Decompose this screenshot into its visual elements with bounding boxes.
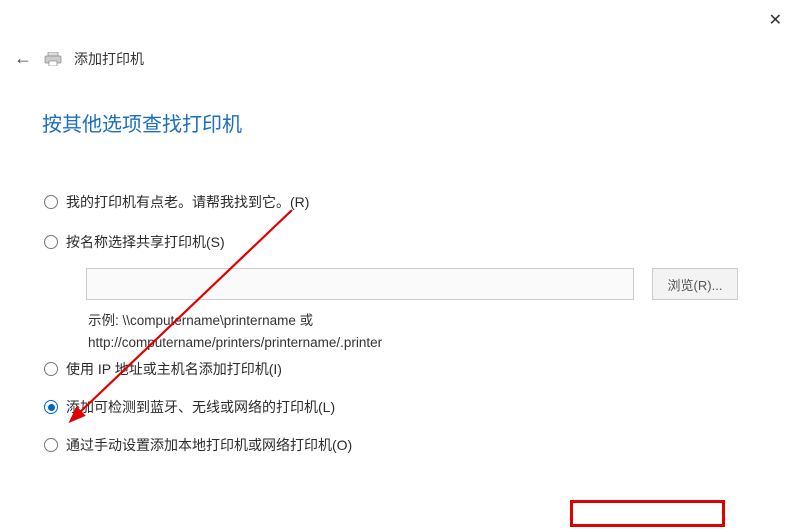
back-button[interactable]: ← <box>14 48 32 69</box>
option-label: 我的打印机有点老。请帮我找到它。(R) <box>66 192 309 212</box>
option-label: 使用 IP 地址或主机名添加打印机(I) <box>66 359 282 379</box>
option-label: 按名称选择共享打印机(S) <box>66 232 225 252</box>
option-ip-hostname[interactable]: 使用 IP 地址或主机名添加打印机(I) <box>44 359 764 379</box>
radio-icon <box>44 400 58 414</box>
option-label: 添加可检测到蓝牙、无线或网络的打印机(L) <box>66 397 335 417</box>
option-bluetooth-wireless[interactable]: 添加可检测到蓝牙、无线或网络的打印机(L) <box>44 397 764 417</box>
printer-icon <box>44 52 62 66</box>
annotation-highlight-box <box>570 500 725 527</box>
option-manual-local[interactable]: 通过手动设置添加本地打印机或网络打印机(O) <box>44 435 764 455</box>
option-old-printer[interactable]: 我的打印机有点老。请帮我找到它。(R) <box>44 192 764 212</box>
radio-icon <box>44 195 58 209</box>
example-line-1: 示例: \\computername\printername 或 <box>88 310 764 332</box>
example-text: 示例: \\computername\printername 或 http://… <box>88 310 764 353</box>
wizard-header: ← 添加打印机 <box>14 48 144 69</box>
options-group: 我的打印机有点老。请帮我找到它。(R) 按名称选择共享打印机(S) 浏览(R).… <box>44 192 764 455</box>
option-label: 通过手动设置添加本地打印机或网络打印机(O) <box>66 435 352 455</box>
radio-icon <box>44 438 58 452</box>
close-button[interactable]: ✕ <box>769 10 782 30</box>
shared-printer-block: 浏览(R)... 示例: \\computername\printername … <box>86 268 764 353</box>
page-title: 按其他选项查找打印机 <box>42 108 242 137</box>
radio-icon <box>44 362 58 376</box>
radio-icon <box>44 235 58 249</box>
wizard-title: 添加打印机 <box>74 49 144 69</box>
shared-printer-input[interactable] <box>86 268 634 300</box>
example-line-2: http://computername/printers/printername… <box>88 332 764 354</box>
browse-button[interactable]: 浏览(R)... <box>652 268 738 300</box>
option-shared-by-name[interactable]: 按名称选择共享打印机(S) <box>44 232 764 252</box>
